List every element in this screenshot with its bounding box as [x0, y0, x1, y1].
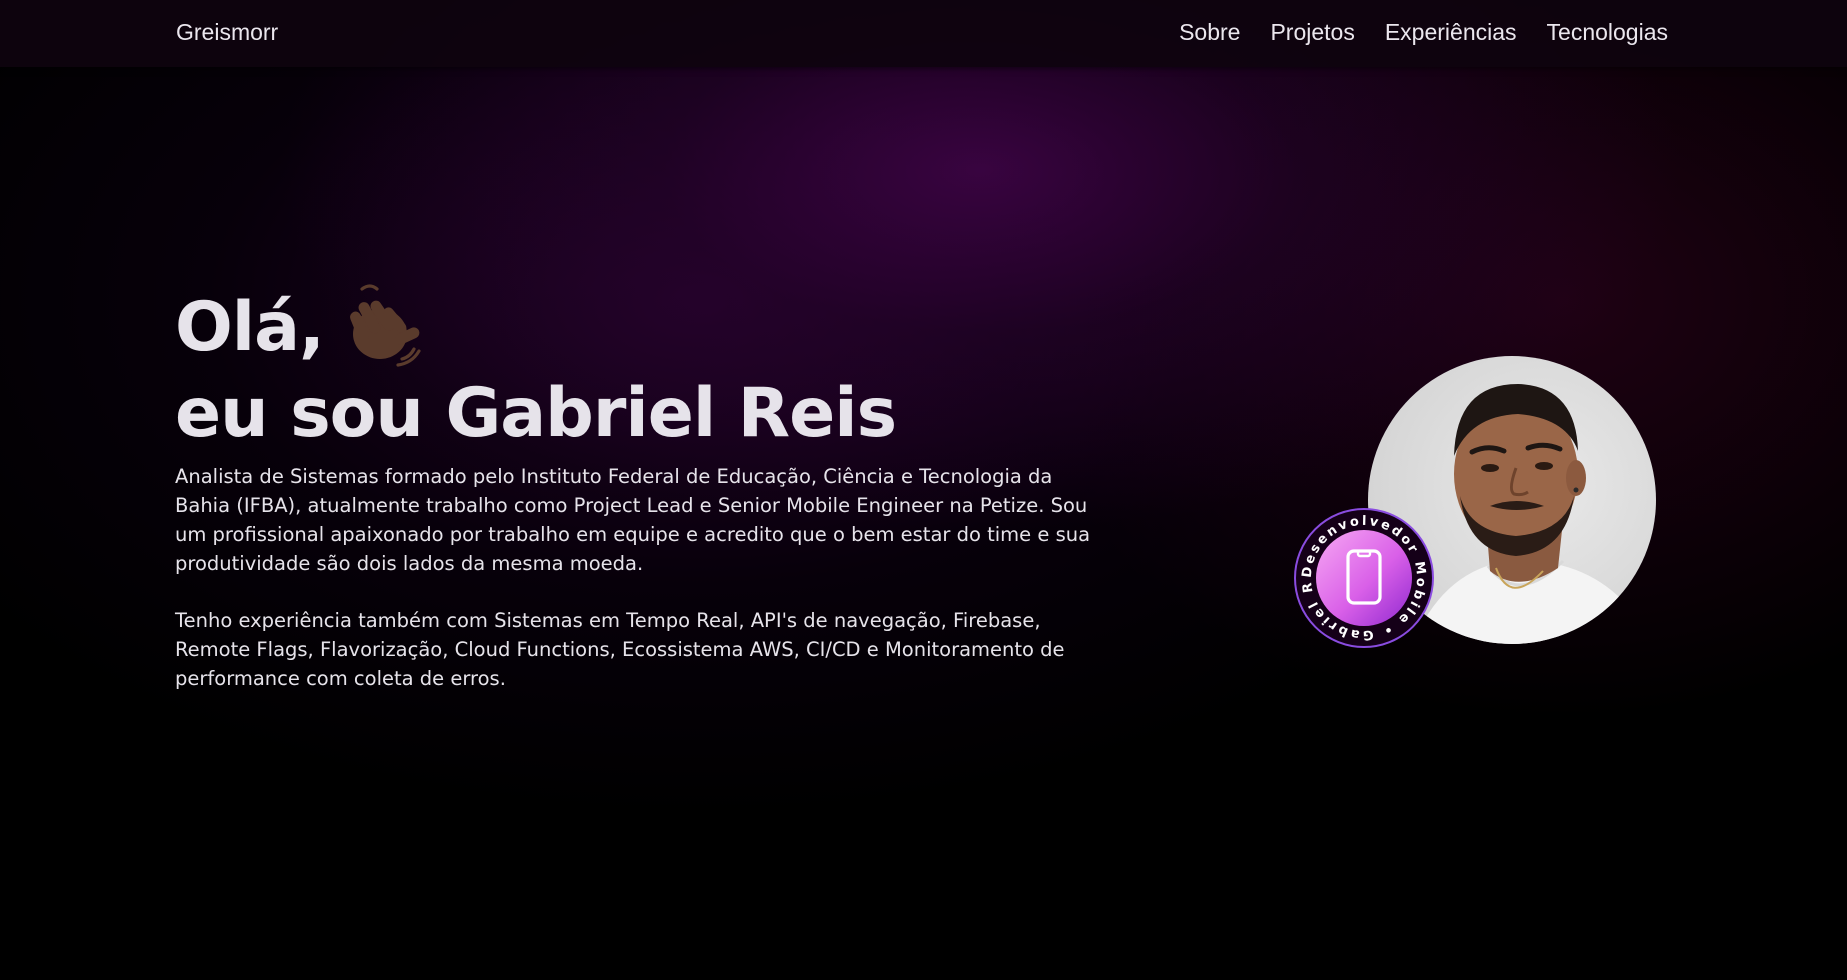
nav-link-sobre[interactable]: Sobre — [1179, 19, 1240, 46]
developer-badge: Desenvolvedor Mobile • Gabriel Reis • — [1287, 496, 1435, 649]
brand-logo[interactable]: Greismorr — [176, 19, 278, 46]
nav-link-tecnologias[interactable]: Tecnologias — [1547, 19, 1668, 46]
nav-link-projetos[interactable]: Projetos — [1270, 19, 1354, 46]
hero-description-1: Analista de Sistemas formado pelo Instit… — [175, 465, 1091, 575]
navbar: Greismorr Sobre Projetos Experiências Te… — [0, 0, 1847, 67]
hero-title: eu sou Gabriel Reis — [175, 374, 897, 453]
nav-links: Sobre Projetos Experiências Tecnologias — [1179, 19, 1668, 46]
hero-section: Olá, eu sou Gabriel Reis Analista de Sis… — [175, 280, 1095, 693]
nav-link-experiencias[interactable]: Experiências — [1385, 19, 1517, 46]
greeting-line: Olá, — [175, 280, 1095, 376]
greeting-text: Olá, — [175, 288, 325, 367]
waving-hand-icon — [340, 279, 424, 369]
hero-description-2: Tenho experiência também com Sistemas em… — [175, 609, 1065, 690]
